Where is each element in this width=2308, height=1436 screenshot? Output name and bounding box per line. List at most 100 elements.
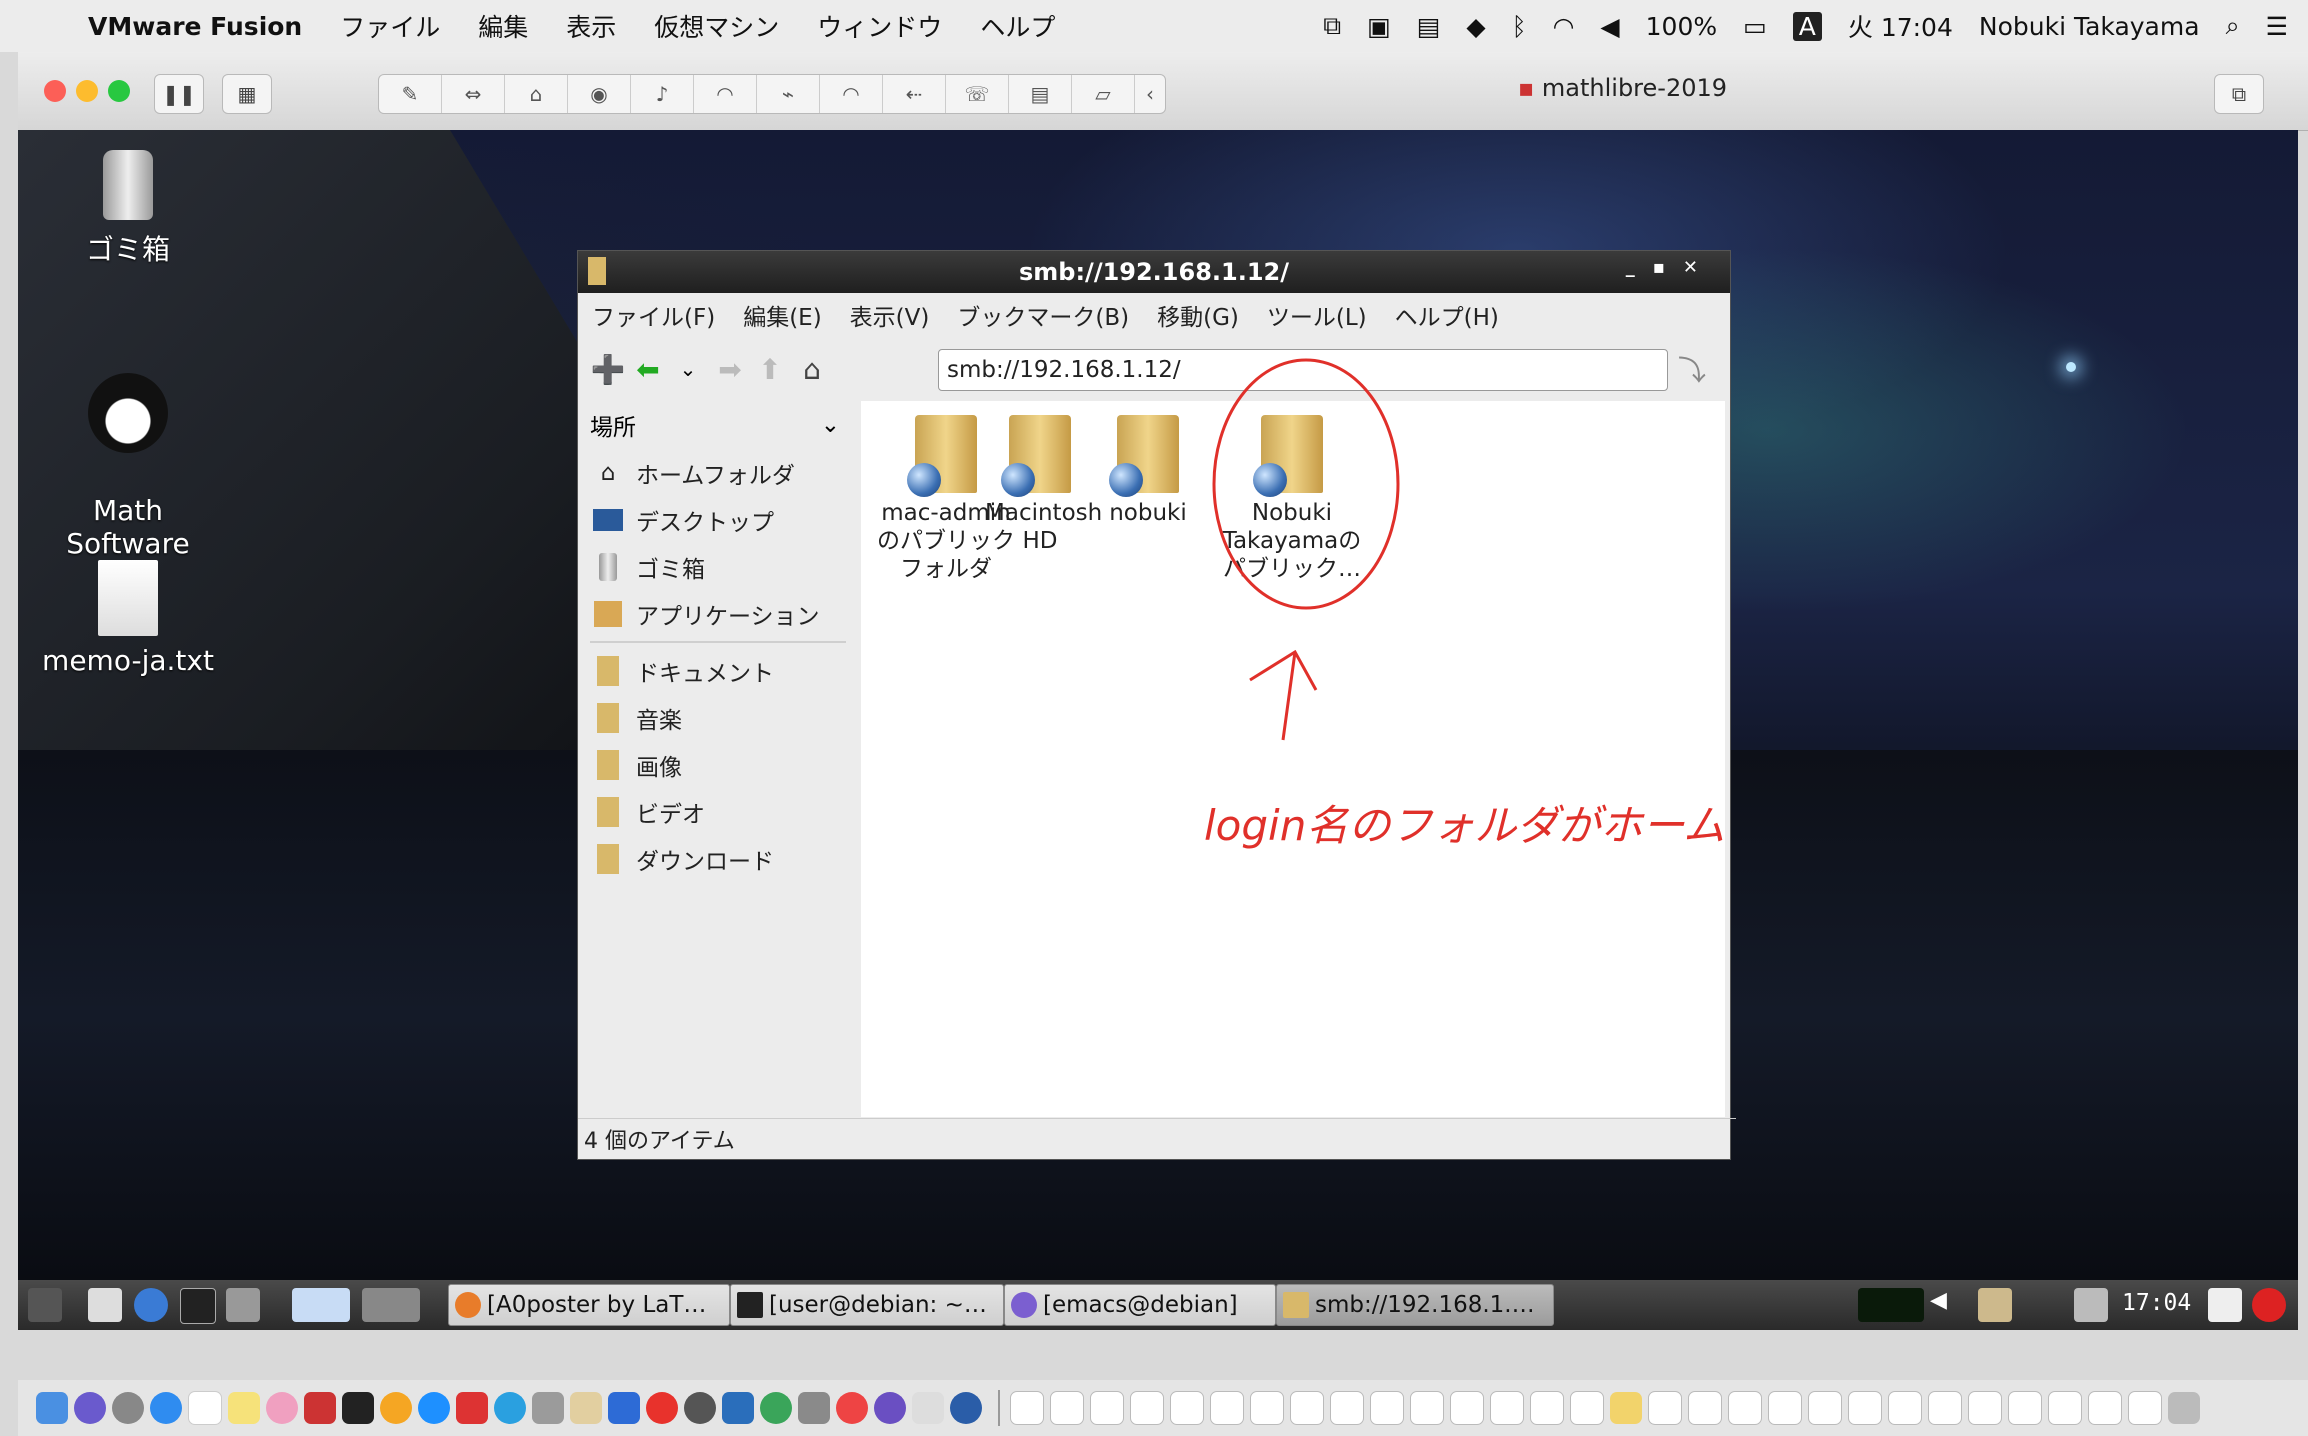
- clipboard-icon[interactable]: [1978, 1288, 2012, 1322]
- collapse-chevron-icon[interactable]: ‹: [1135, 75, 1165, 113]
- document-icon[interactable]: [1290, 1391, 1324, 1425]
- minimize-window-button[interactable]: [76, 80, 98, 102]
- sidebar-item-videos[interactable]: ビデオ: [582, 788, 854, 835]
- menu-help[interactable]: ヘルプ: [980, 8, 1055, 44]
- app-icon[interactable]: [532, 1392, 564, 1424]
- headset-icon[interactable]: ◠: [820, 75, 883, 113]
- camera-device-icon[interactable]: ◉: [568, 75, 631, 113]
- taskbar-item-emacs[interactable]: [emacs@debian]: [1004, 1284, 1276, 1326]
- hard-disk-icon[interactable]: ⌂: [505, 75, 568, 113]
- desktop-icon-memo[interactable]: memo-ja.txt: [38, 560, 218, 677]
- wifi-icon[interactable]: ◠: [1553, 12, 1575, 41]
- document-icon[interactable]: [2008, 1391, 2042, 1425]
- settings-wrench-icon[interactable]: ✎: [379, 75, 442, 113]
- document-icon[interactable]: [2048, 1391, 2082, 1425]
- document-icon[interactable]: [1610, 1392, 1642, 1424]
- document-icon[interactable]: [1450, 1391, 1484, 1425]
- address-bar[interactable]: smb://192.168.1.12/: [938, 349, 1668, 391]
- taskbar-item-terminal[interactable]: [user@debian: ~…: [730, 1284, 1004, 1326]
- sidebar-item-applications[interactable]: アプリケーション: [582, 590, 854, 637]
- menu-file[interactable]: ファイル: [340, 8, 440, 44]
- workspace-2[interactable]: [362, 1288, 420, 1322]
- phone-icon[interactable]: ☏: [946, 75, 1009, 113]
- app-icon[interactable]: [874, 1392, 906, 1424]
- terminal-icon[interactable]: [180, 1288, 216, 1324]
- desktop-icon-trash[interactable]: ゴミ箱: [38, 150, 218, 268]
- document-icon[interactable]: [1570, 1391, 1604, 1425]
- document-icon[interactable]: [1928, 1391, 1962, 1425]
- app-icon[interactable]: [912, 1392, 944, 1424]
- sound-icon[interactable]: ♪: [631, 75, 694, 113]
- photos-icon[interactable]: [266, 1392, 298, 1424]
- app-icon[interactable]: [760, 1392, 792, 1424]
- chevron-down-icon[interactable]: ⌄: [821, 412, 840, 438]
- notes-icon[interactable]: [228, 1392, 260, 1424]
- menu-launcher-icon[interactable]: [28, 1288, 62, 1322]
- new-tab-icon[interactable]: ➕: [588, 349, 628, 389]
- panel-clock[interactable]: 17:04: [2122, 1290, 2191, 1316]
- app-icon[interactable]: [380, 1392, 412, 1424]
- document-icon[interactable]: [1170, 1391, 1204, 1425]
- sidebar-header[interactable]: 場所 ⌄: [582, 401, 854, 449]
- fm-menu-tools[interactable]: ツール(L): [1267, 298, 1367, 332]
- document-icon[interactable]: [1490, 1391, 1524, 1425]
- dropbox-icon[interactable]: ◆: [1466, 12, 1485, 41]
- up-arrow-icon[interactable]: ⬆: [750, 349, 790, 389]
- fm-menu-help[interactable]: ヘルプ(H): [1395, 298, 1499, 332]
- user-name[interactable]: Nobuki Takayama: [1979, 12, 2200, 41]
- forward-arrow-icon[interactable]: ➡: [710, 349, 750, 389]
- sidebar-item-trash[interactable]: ゴミ箱: [582, 543, 854, 590]
- document-icon[interactable]: [1648, 1391, 1682, 1425]
- battery-icon[interactable]: ▭: [1743, 12, 1767, 41]
- menu-window[interactable]: ウィンドウ: [817, 8, 942, 44]
- network-status-icon[interactable]: [2074, 1288, 2108, 1322]
- back-arrow-icon[interactable]: ⬅: [628, 349, 668, 389]
- notification-center-icon[interactable]: ☰: [2266, 12, 2288, 41]
- volume-icon[interactable]: ◀: [1600, 12, 1619, 41]
- usb-icon[interactable]: ⌁: [757, 75, 820, 113]
- printer-icon[interactable]: ▤: [1009, 75, 1072, 113]
- document-icon[interactable]: [1968, 1391, 2002, 1425]
- desktop-icon-math-software[interactable]: Math Software: [38, 340, 218, 560]
- menu-edit[interactable]: 編集: [478, 8, 528, 44]
- browser-icon[interactable]: [134, 1288, 168, 1322]
- document-icon[interactable]: [1410, 1391, 1444, 1425]
- document-icon[interactable]: [1330, 1391, 1364, 1425]
- maximize-icon[interactable]: ▪: [1653, 257, 1683, 278]
- document-icon[interactable]: [1888, 1391, 1922, 1425]
- window-list-icon[interactable]: [226, 1288, 260, 1322]
- document-icon[interactable]: [2128, 1391, 2162, 1425]
- bluetooth-icon[interactable]: ᛒ: [1512, 12, 1527, 41]
- document-icon[interactable]: [1050, 1391, 1084, 1425]
- app-icon[interactable]: [570, 1392, 602, 1424]
- fm-menu-go[interactable]: 移動(G): [1157, 298, 1239, 332]
- document-icon[interactable]: [2088, 1391, 2122, 1425]
- terminal-icon[interactable]: [342, 1392, 374, 1424]
- network-icon[interactable]: ⇔: [442, 75, 505, 113]
- app-store-icon[interactable]: [418, 1392, 450, 1424]
- document-icon[interactable]: [1130, 1391, 1164, 1425]
- launchpad-icon[interactable]: [112, 1392, 144, 1424]
- document-icon[interactable]: [1010, 1391, 1044, 1425]
- go-icon[interactable]: ⤵: [1672, 349, 1712, 389]
- app-icon[interactable]: [304, 1392, 336, 1424]
- keyboard-layout-icon[interactable]: [2208, 1288, 2242, 1322]
- close-window-button[interactable]: [44, 80, 66, 102]
- usb-share-icon[interactable]: ⇠: [883, 75, 946, 113]
- document-icon[interactable]: [1370, 1391, 1404, 1425]
- minimize-icon[interactable]: _: [1626, 257, 1653, 278]
- fm-menu-file[interactable]: ファイル(F): [592, 298, 715, 332]
- document-icon[interactable]: [1090, 1391, 1124, 1425]
- document-icon[interactable]: [1250, 1391, 1284, 1425]
- display-icon[interactable]: ▤: [1417, 12, 1441, 41]
- search-icon[interactable]: ⌕: [2226, 11, 2240, 41]
- siri-icon[interactable]: [74, 1392, 106, 1424]
- app-icon[interactable]: [684, 1392, 716, 1424]
- fm-menu-edit[interactable]: 編集(E): [743, 298, 821, 332]
- fullscreen-icon[interactable]: ⧉: [2214, 74, 2264, 114]
- workspace-1[interactable]: [292, 1288, 350, 1322]
- file-item-nobuki-takayama[interactable]: Nobuki Takayamaのパブリック…: [1207, 415, 1377, 583]
- document-icon[interactable]: [1728, 1391, 1762, 1425]
- home-icon[interactable]: ⌂: [792, 349, 832, 389]
- document-icon[interactable]: [1848, 1391, 1882, 1425]
